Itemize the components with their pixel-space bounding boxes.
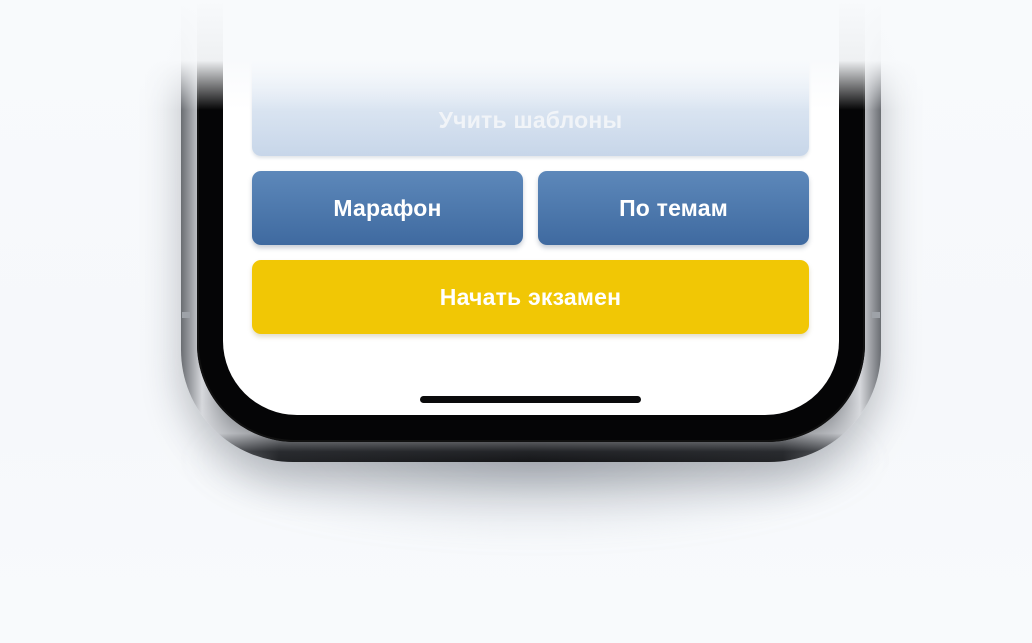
phone-side-line-right <box>872 312 880 318</box>
by-topics-label: По темам <box>619 194 728 221</box>
phone-side-line-left <box>182 312 190 318</box>
start-exam-label: Начать экзамен <box>439 283 622 310</box>
marathon-label: Марафон <box>333 194 442 221</box>
home-indicator[interactable] <box>420 396 641 403</box>
marathon-button[interactable]: Марафон <box>252 171 523 245</box>
by-topics-button[interactable]: По темам <box>538 171 809 245</box>
learn-templates-label: Учить шаблоны <box>438 107 623 133</box>
learn-templates-button[interactable]: Учить шаблоны <box>252 0 809 156</box>
start-exam-button[interactable]: Начать экзамен <box>252 260 809 334</box>
phone-screen: Учить шаблоны Марафон По темам Начать эк… <box>223 0 839 415</box>
